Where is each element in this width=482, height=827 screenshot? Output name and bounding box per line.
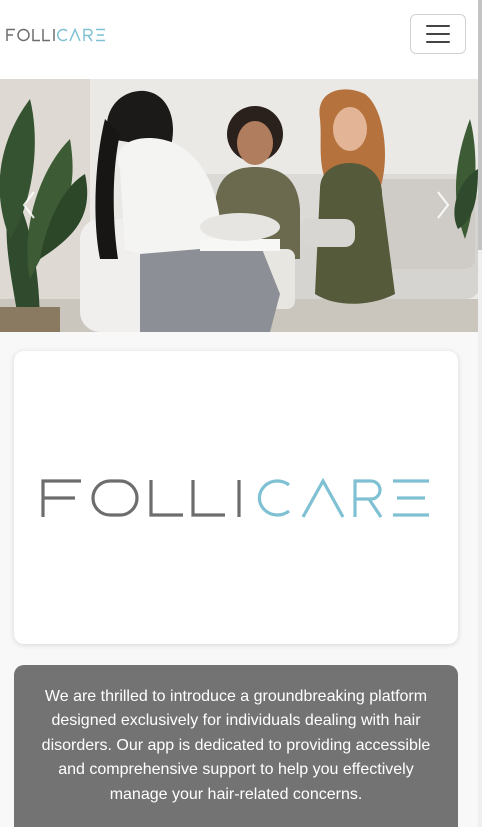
logo-card bbox=[14, 351, 458, 644]
therapy-session-photo bbox=[0, 79, 478, 332]
chevron-left-icon bbox=[22, 191, 35, 219]
navbar-toggle-button[interactable] bbox=[410, 14, 466, 54]
scrollbar-thumb[interactable] bbox=[478, 0, 482, 250]
chevron-right-icon bbox=[437, 191, 450, 219]
hero-carousel bbox=[0, 79, 478, 332]
brand-logo[interactable] bbox=[6, 27, 106, 43]
navbar bbox=[0, 0, 478, 79]
carousel-prev-button[interactable] bbox=[14, 187, 44, 223]
intro-text: We are thrilled to introduce a groundbre… bbox=[41, 688, 431, 803]
hamburger-menu-icon bbox=[426, 25, 450, 27]
hamburger-menu-icon-line bbox=[426, 33, 450, 35]
intro-card: We are thrilled to introduce a groundbre… bbox=[14, 665, 458, 827]
brand-logo-image bbox=[6, 28, 105, 42]
hamburger-menu-icon-line bbox=[426, 41, 450, 43]
follicare-logo bbox=[41, 477, 429, 518]
carousel-next-button[interactable] bbox=[428, 187, 458, 223]
page: We are thrilled to introduce a groundbre… bbox=[0, 0, 482, 827]
